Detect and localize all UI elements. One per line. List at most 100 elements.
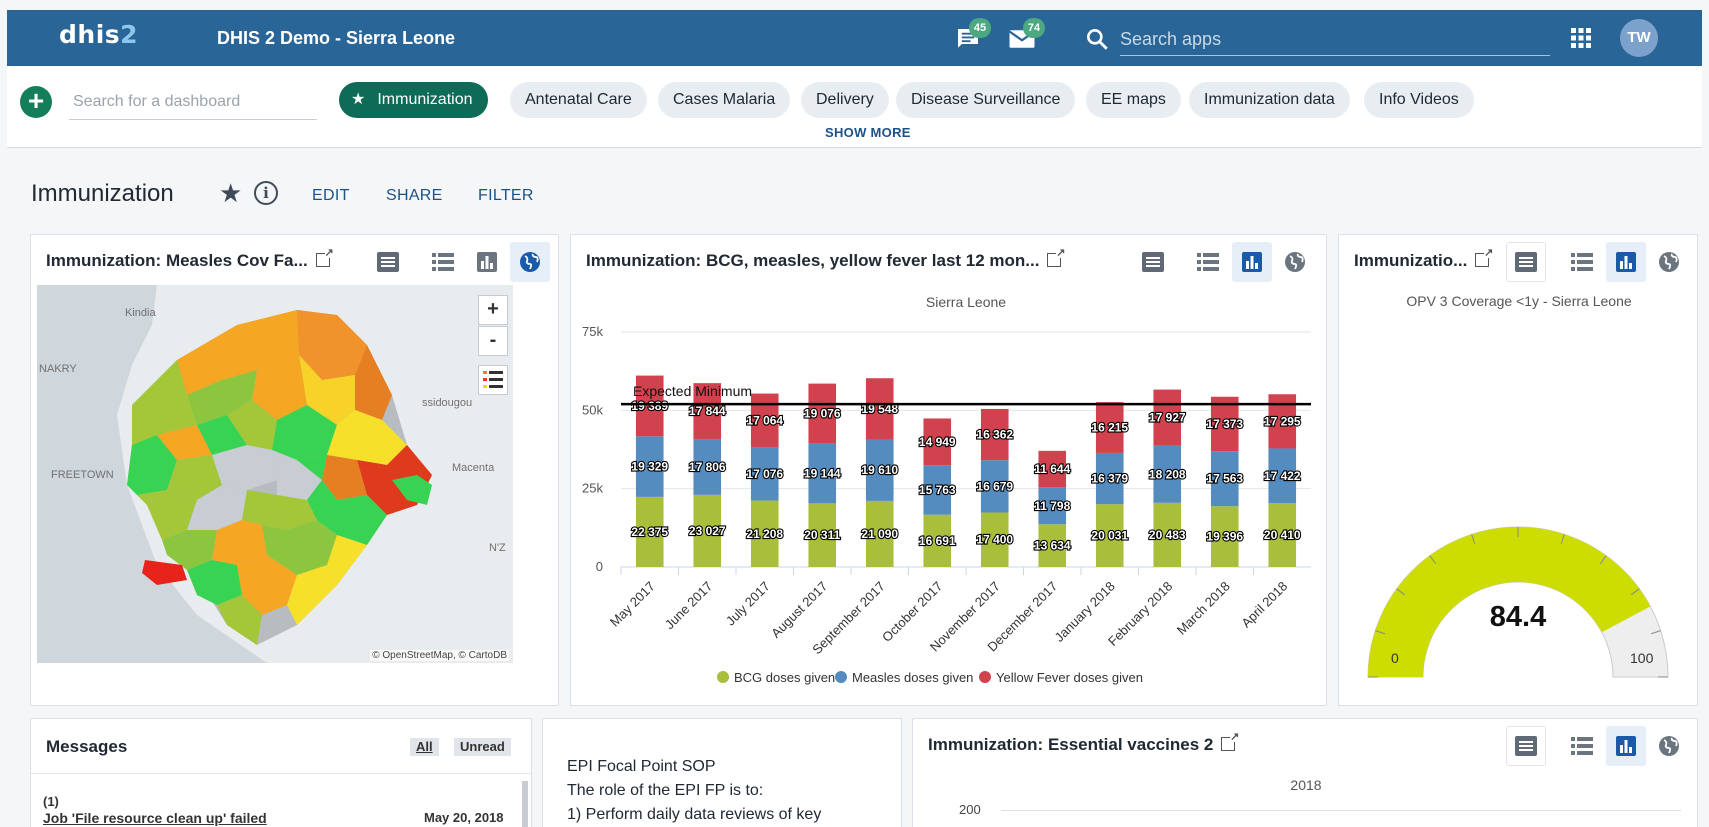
interpretations-toggle[interactable] [368, 242, 408, 282]
messages-scrollbar[interactable] [522, 781, 528, 827]
bar-value-label: 19 396 [1206, 530, 1243, 544]
chip-cases-malaria[interactable]: Cases Malaria [658, 82, 791, 118]
chip-info-videos[interactable]: Info Videos [1364, 82, 1474, 118]
view-map-button[interactable] [1649, 242, 1689, 282]
legend-label[interactable]: BCG doses given [734, 670, 835, 685]
comment-icon [1142, 252, 1164, 272]
apps-menu-button[interactable] [1570, 27, 1592, 49]
dhis2-logo[interactable]: dhis2 [59, 20, 138, 49]
interpretations-toggle[interactable] [1133, 242, 1173, 282]
bar-value-label: 17 806 [689, 460, 726, 474]
star-icon[interactable]: ★ [219, 178, 242, 209]
app-search-input[interactable] [1120, 24, 1550, 56]
legend-marker[interactable] [717, 671, 729, 683]
gauge-max-label: 100 [1630, 650, 1654, 666]
external-link-icon[interactable] [1221, 730, 1239, 751]
view-chart-button[interactable] [1606, 242, 1646, 282]
map-label-nzerekore: N'Z [489, 542, 506, 554]
chip-disease-surveillance[interactable]: Disease Surveillance [896, 82, 1076, 118]
bar-value-label: 17 295 [1264, 414, 1301, 428]
bar-value-label: 19 389 [631, 399, 668, 413]
view-map-button[interactable] [1649, 726, 1689, 766]
info-icon[interactable]: i [254, 181, 278, 205]
message-date: May 20, 2018 [424, 810, 504, 825]
bar-value-label: 17 927 [1149, 411, 1186, 425]
show-more-button[interactable]: SHOW MORE [825, 125, 911, 140]
text-card: EPI Focal Point SOP The role of the EPI … [542, 718, 902, 827]
edit-button[interactable]: EDIT [312, 187, 350, 205]
view-chart-button[interactable] [1606, 726, 1646, 766]
legend-marker[interactable] [835, 671, 847, 683]
share-button[interactable]: SHARE [386, 187, 443, 205]
text-card-content: EPI Focal Point SOP The role of the EPI … [567, 755, 821, 827]
gauge-min-label: 0 [1391, 650, 1399, 666]
bar-value-label: 23 027 [689, 524, 726, 538]
view-map-button[interactable] [1275, 242, 1315, 282]
bar-value-label: 22 375 [631, 525, 668, 539]
interpretations-button[interactable]: 74 [1007, 18, 1045, 54]
interpretations-toggle[interactable] [1506, 726, 1546, 766]
external-link-icon[interactable] [1475, 246, 1493, 267]
bar-value-label: 19 329 [631, 460, 668, 474]
gauge-svg [1367, 526, 1669, 678]
map-label-kissidougou: ssidougou [422, 397, 473, 409]
chip-ee-maps[interactable]: EE maps [1086, 82, 1181, 118]
logo-text: dhis [59, 20, 121, 49]
legend-button[interactable] [478, 365, 508, 395]
map-attribution: © OpenStreetMap, © CartoDB [370, 650, 509, 661]
dashboard-search-input[interactable] [69, 84, 317, 120]
bar-value-label: 21 090 [861, 527, 898, 541]
view-chart-button[interactable] [467, 242, 507, 282]
map-view[interactable]: Kindia NAKRY FREETOWN Macenta ssidougou … [37, 285, 513, 663]
x-tick-label: May 2017 [607, 579, 658, 630]
comment-icon [1515, 252, 1537, 272]
ev-card-title-text: Immunization: Essential vaccines 2 [928, 735, 1214, 754]
y-tick-label: 0 [596, 559, 603, 574]
divider [31, 773, 531, 774]
external-link-icon[interactable] [1047, 246, 1065, 267]
messages-button[interactable]: 45 [953, 18, 991, 54]
bar-value-label: 19 610 [861, 463, 898, 477]
view-table-button[interactable] [1562, 726, 1602, 766]
ev-subtitle: 2018 [1290, 777, 1322, 793]
bar-value-label: 18 208 [1149, 467, 1186, 481]
table-icon [1197, 253, 1219, 271]
y-tick-label: 25k [582, 481, 603, 496]
ev-card-title: Immunization: Essential vaccines 2 [928, 730, 1239, 755]
view-chart-button[interactable] [1232, 242, 1272, 282]
add-dashboard-button[interactable]: + [20, 86, 52, 118]
chart-title: Sierra Leone [926, 294, 1006, 310]
external-link-icon[interactable] [315, 246, 334, 267]
legend-marker[interactable] [979, 671, 991, 683]
app-search [1080, 24, 1550, 56]
dashboard-bar: + ★ Immunization Antenatal Care Cases Mal… [7, 66, 1702, 148]
view-map-button[interactable] [510, 242, 550, 282]
chip-delivery[interactable]: Delivery [801, 82, 889, 118]
chip-immunization-data[interactable]: Immunization data [1189, 82, 1350, 118]
star-icon: ★ [351, 91, 366, 108]
chip-antenatal-care[interactable]: Antenatal Care [510, 82, 647, 118]
filter-unread-button[interactable]: Unread [454, 738, 511, 756]
bar-value-label: 19 144 [804, 466, 841, 480]
bar-value-label: 19 076 [804, 406, 841, 420]
map-label-freetown: FREETOWN [51, 469, 114, 481]
filter-button[interactable]: FILTER [478, 187, 534, 205]
bar-value-label: 17 844 [689, 404, 726, 418]
map-card-title: Immunization: Measles Cov Fa... [46, 246, 334, 271]
chart-icon [1616, 252, 1636, 272]
view-table-button[interactable] [1562, 242, 1602, 282]
filter-all-button[interactable]: All [410, 738, 439, 756]
zoom-out-button[interactable]: - [478, 326, 508, 356]
view-table-button[interactable] [1188, 242, 1228, 282]
message-subject-link[interactable]: Job 'File resource clean up' failed [43, 810, 267, 826]
legend-label[interactable]: Yellow Fever doses given [996, 670, 1143, 685]
view-table-button[interactable] [423, 242, 463, 282]
map-card: Immunization: Measles Cov Fa...↗ Kindia … [30, 234, 559, 706]
chip-label: Immunization [377, 91, 473, 108]
interpretations-toggle[interactable] [1506, 242, 1546, 282]
user-avatar[interactable]: TW [1620, 19, 1658, 57]
bar-value-label: 16 679 [976, 479, 1013, 493]
chip-immunization[interactable]: ★ Immunization [339, 82, 488, 118]
zoom-in-button[interactable]: + [478, 295, 508, 325]
legend-label[interactable]: Measles doses given [852, 670, 973, 685]
